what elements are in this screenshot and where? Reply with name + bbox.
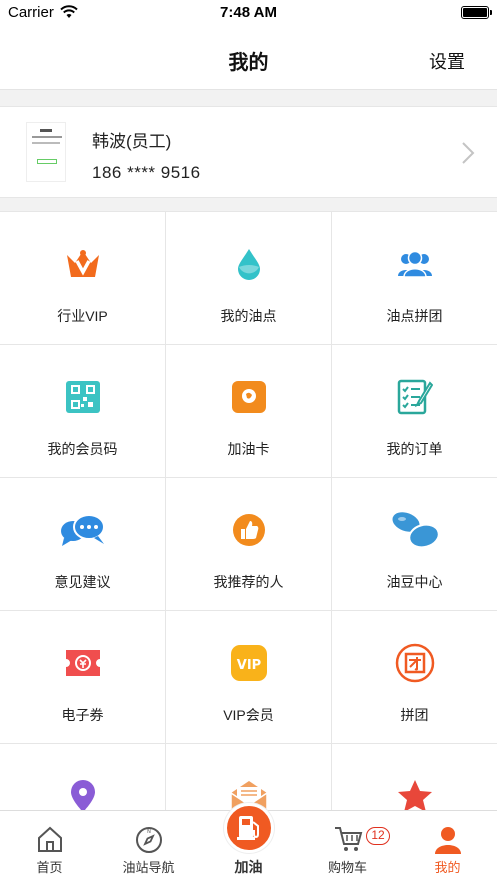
tab-label: 加油 bbox=[234, 859, 263, 875]
grid-item-label: 我的油点 bbox=[220, 308, 277, 324]
group-stamp-icon bbox=[395, 643, 434, 683]
tab-label: 首页 bbox=[36, 860, 63, 875]
chat-bubbles-icon bbox=[60, 514, 105, 546]
vip-badge-icon: VIP bbox=[230, 645, 267, 681]
fuel-pump-button[interactable] bbox=[224, 803, 274, 853]
shopping-cart-icon bbox=[334, 827, 362, 851]
cart-count-badge: 12 bbox=[366, 827, 390, 845]
location-pin-icon bbox=[70, 780, 95, 811]
tab-label: 油站导航 bbox=[122, 860, 175, 875]
page-title: 我的 bbox=[228, 52, 269, 74]
grid-item-fuel-card[interactable]: 加油卡 bbox=[166, 345, 332, 478]
grid-item-label: 我的订单 bbox=[386, 441, 443, 457]
tab-station-navigation[interactable]: N 油站导航 bbox=[99, 811, 198, 883]
grid-item-label: 加油卡 bbox=[227, 441, 270, 457]
grid-item-feedback[interactable]: 意见建议 bbox=[0, 478, 166, 611]
user-phone: 186 **** 9516 bbox=[92, 163, 201, 182]
tab-mine[interactable]: 我的 bbox=[398, 811, 497, 883]
grid-item-favorites[interactable] bbox=[332, 744, 497, 811]
grid-item-label: 意见建议 bbox=[54, 574, 111, 590]
tab-label: 购物车 bbox=[327, 860, 367, 875]
thumbs-up-icon bbox=[232, 514, 265, 546]
nav-bar: 我的 设置 bbox=[0, 26, 497, 90]
settings-button[interactable]: 设置 bbox=[429, 48, 465, 74]
grid-item-label: 我推荐的人 bbox=[213, 574, 284, 590]
svg-text:N: N bbox=[147, 829, 151, 835]
tab-cart[interactable]: 购物车 bbox=[298, 811, 397, 883]
grid-item-group-purchase[interactable]: 拼团 bbox=[332, 611, 497, 744]
tab-bar: 首页 N 油站导航 加油 购物车 12 我的 bbox=[0, 803, 497, 883]
battery-icon bbox=[461, 6, 492, 19]
status-bar: Carrier 7:48 AM bbox=[0, 0, 497, 26]
grid-item-messages[interactable] bbox=[166, 744, 332, 811]
grid-item-vip-member[interactable]: VIP VIP会员 bbox=[166, 611, 332, 744]
grid-item-label: 油点拼团 bbox=[386, 308, 443, 324]
tab-home[interactable]: 首页 bbox=[0, 811, 99, 883]
grid-item-group-buy[interactable]: 油点拼团 bbox=[332, 212, 497, 345]
tab-label: 我的 bbox=[434, 860, 461, 875]
coupon-icon bbox=[65, 650, 100, 676]
crown-v-icon bbox=[66, 250, 99, 277]
beans-icon bbox=[391, 512, 440, 549]
avatar bbox=[26, 122, 66, 182]
home-icon bbox=[37, 826, 62, 852]
grid-item-label: 我的会员码 bbox=[47, 441, 118, 457]
fuel-card-icon bbox=[231, 381, 266, 413]
qrcode-icon bbox=[65, 381, 100, 413]
user-icon bbox=[434, 827, 461, 854]
grid-item-label: 拼团 bbox=[400, 707, 429, 723]
user-name: 韩波(员工) bbox=[92, 132, 172, 151]
tab-refuel[interactable]: 加油 bbox=[199, 803, 298, 883]
grid-item-industry-vip[interactable]: 行业VIP bbox=[0, 212, 166, 345]
users-icon bbox=[397, 250, 432, 278]
droplet-icon bbox=[237, 249, 260, 280]
fuel-pump-icon bbox=[237, 816, 259, 840]
grid-item-my-oil-points[interactable]: 我的油点 bbox=[166, 212, 332, 345]
order-list-icon bbox=[397, 379, 433, 415]
grid-item-member-code[interactable]: 我的会员码 bbox=[0, 345, 166, 478]
grid-item-label: 电子券 bbox=[61, 707, 104, 723]
grid-item-e-coupon[interactable]: 电子券 bbox=[0, 611, 166, 744]
profile-row[interactable]: 韩波(员工) 186 **** 9516 bbox=[0, 106, 497, 198]
grid-item-my-referrals[interactable]: 我推荐的人 bbox=[166, 478, 332, 611]
star-icon bbox=[397, 780, 432, 811]
grid-item-label: 行业VIP bbox=[57, 308, 108, 324]
grid-item-bean-center[interactable]: 油豆中心 bbox=[332, 478, 497, 611]
grid-item-label: 油豆中心 bbox=[386, 574, 443, 590]
grid-item-location[interactable] bbox=[0, 744, 166, 811]
function-grid: 行业VIP 我的油点 油点拼团 我的会员码 加油卡 我的订单 意见建议 我推荐的… bbox=[0, 211, 497, 811]
svg-text:VIP: VIP bbox=[236, 658, 260, 673]
grid-item-label: VIP会员 bbox=[223, 707, 274, 723]
grid-item-my-orders[interactable]: 我的订单 bbox=[332, 345, 497, 478]
clock: 7:48 AM bbox=[220, 4, 277, 21]
compass-icon: N bbox=[135, 827, 162, 853]
chevron-right-icon bbox=[462, 142, 475, 164]
